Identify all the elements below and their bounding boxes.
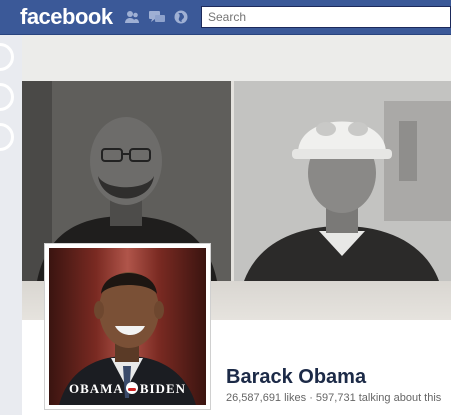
stats-separator: · [309,392,313,404]
messages-icon[interactable] [149,10,165,24]
decorative-ring [0,83,14,111]
obama-o-icon [125,382,138,394]
campaign-logo: OBAMA BIDEN [49,381,206,397]
profile-picture[interactable]: OBAMA BIDEN [44,243,211,410]
notifications-icon[interactable] [173,10,189,24]
facebook-logo[interactable]: facebook [20,4,113,30]
left-column [0,35,22,415]
likes-count: 26,587,691 likes [226,392,307,404]
cover-photo-right [234,81,451,281]
friend-requests-icon[interactable] [124,10,140,24]
profile-photo: OBAMA BIDEN [49,248,206,405]
search-input[interactable] [201,6,451,28]
campaign-right-text: BIDEN [139,381,187,396]
cover-sky [22,35,451,81]
decorative-ring [0,43,14,71]
decorative-ring [0,123,14,151]
campaign-left-text: OBAMA [68,381,124,396]
top-bar: facebook [0,0,451,35]
man-portrait-right [234,81,451,281]
page-stats: 26,587,691 likes · 597,731 talking about… [226,392,441,404]
page-title[interactable]: Barack Obama [226,366,366,389]
talking-about-count: 597,731 talking about this [315,392,442,404]
